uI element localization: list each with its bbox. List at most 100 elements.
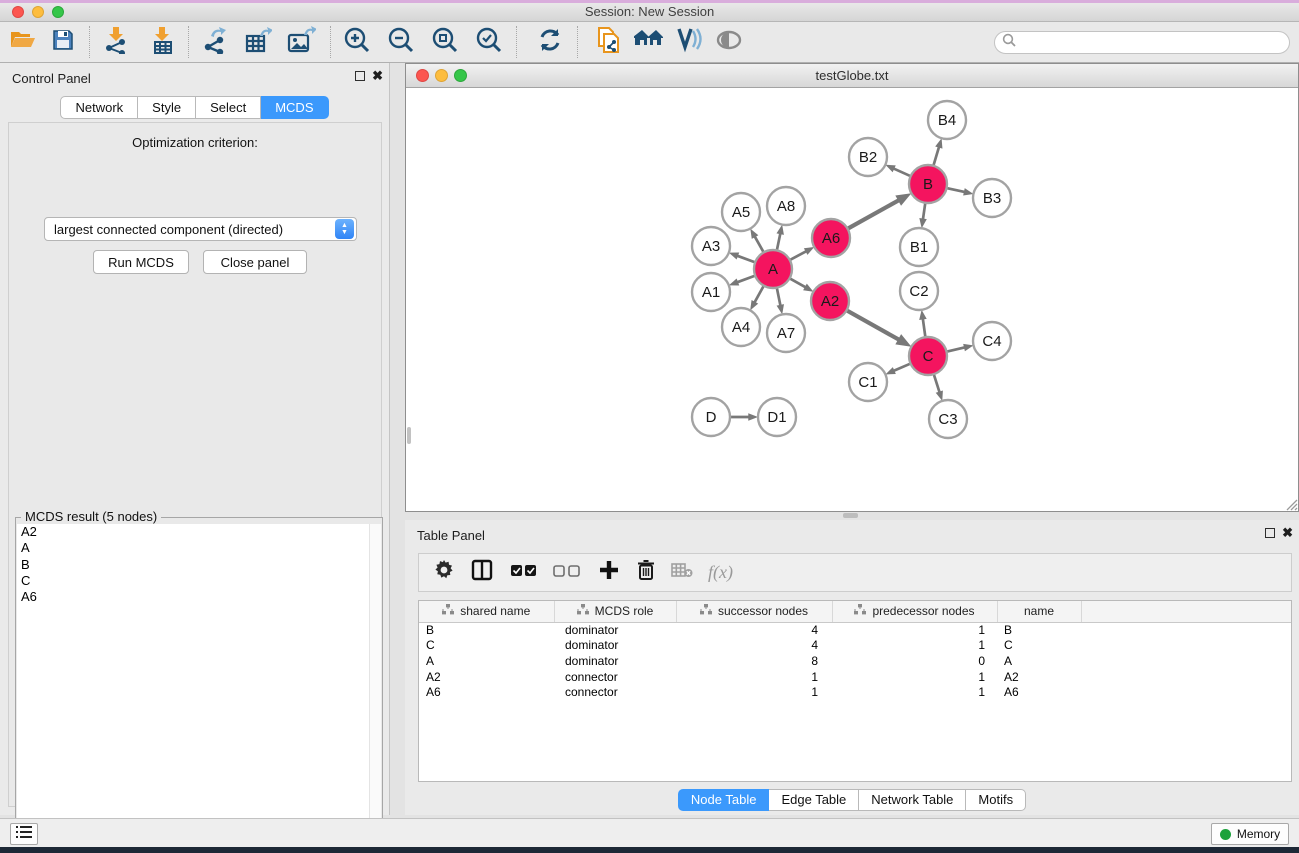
edge-B-B2[interactable] (894, 169, 911, 177)
tab-select[interactable]: Select (196, 96, 261, 119)
mcds-result-item[interactable]: A2 (17, 524, 381, 540)
search-input[interactable] (1020, 34, 1289, 52)
graph-node-D1[interactable]: D1 (758, 398, 796, 436)
float-panel-icon[interactable] (355, 71, 365, 81)
cell-predecessor-nodes[interactable]: 0 (832, 653, 997, 669)
zoom-out-button[interactable] (381, 23, 421, 61)
cell-MCDS-role[interactable]: dominator (554, 638, 676, 654)
edge-A-A7[interactable] (777, 288, 781, 306)
cell-MCDS-role[interactable]: connector (554, 684, 676, 700)
mcds-result-item[interactable]: B (17, 557, 381, 573)
cell-successor-nodes[interactable]: 1 (676, 669, 832, 685)
delete-columns-button[interactable] (637, 558, 655, 588)
graph-node-A3[interactable]: A3 (692, 227, 730, 265)
graph-node-B[interactable]: B (909, 165, 947, 203)
mcds-result-item[interactable]: A6 (17, 589, 381, 605)
cell-predecessor-nodes[interactable]: 1 (832, 622, 997, 638)
graph-node-C4[interactable]: C4 (973, 322, 1011, 360)
graph-node-A1[interactable]: A1 (692, 273, 730, 311)
edge-C-C3[interactable] (934, 374, 940, 392)
cell-successor-nodes[interactable]: 4 (676, 622, 832, 638)
edge-B-B1[interactable] (923, 203, 925, 219)
tab-mcds[interactable]: MCDS (261, 96, 328, 119)
cell-shared-name[interactable]: B (419, 622, 554, 638)
edge-A-A5[interactable] (755, 237, 764, 253)
graph-node-B1[interactable]: B1 (900, 228, 938, 266)
tab-network-table[interactable]: Network Table (859, 789, 966, 811)
network-canvas[interactable]: B4B2BB3A5A8A6B1A3AA1A2C2A4A7CC4C1C3DD1 (406, 88, 1298, 511)
edge-A6-B[interactable] (848, 200, 899, 229)
float-panel-icon[interactable] (1265, 528, 1275, 538)
cell-successor-nodes[interactable]: 4 (676, 638, 832, 654)
export-image-button[interactable] (281, 23, 321, 61)
table-options-button[interactable] (434, 558, 454, 588)
cell-shared-name[interactable]: A (419, 653, 554, 669)
graph-node-A2[interactable]: A2 (811, 282, 849, 320)
tab-network[interactable]: Network (60, 96, 138, 119)
cell-name[interactable]: A6 (997, 684, 1081, 700)
column-header-successor-nodes[interactable]: successor nodes (676, 601, 832, 622)
unselect-all-columns-button[interactable] (553, 558, 581, 588)
show-column-panel-button[interactable] (471, 558, 493, 588)
edge-A-A1[interactable] (737, 276, 755, 283)
edge-A2-C[interactable] (847, 310, 899, 339)
export-network-button[interactable] (195, 23, 235, 61)
table-row[interactable]: A2connector11A2 (419, 669, 1291, 685)
tab-motifs[interactable]: Motifs (966, 789, 1026, 811)
refresh-button[interactable] (530, 23, 570, 61)
graph-node-C2[interactable]: C2 (900, 272, 938, 310)
graph-node-A5[interactable]: A5 (722, 193, 760, 231)
graph-node-A7[interactable]: A7 (767, 314, 805, 352)
table-row[interactable]: Adominator80A (419, 653, 1291, 669)
graph-node-D[interactable]: D (692, 398, 730, 436)
edge-C-C2[interactable] (923, 319, 926, 337)
import-network-button[interactable] (96, 23, 136, 61)
cell-MCDS-role[interactable]: connector (554, 669, 676, 685)
tab-node-table[interactable]: Node Table (678, 789, 770, 811)
column-header-MCDS-role[interactable]: MCDS role (554, 601, 676, 622)
canvas-scroll-indicator[interactable] (407, 427, 411, 444)
memory-button[interactable]: Memory (1211, 823, 1289, 845)
create-column-button[interactable] (599, 558, 619, 588)
cell-shared-name[interactable]: C (419, 638, 554, 654)
zoom-fit-button[interactable] (425, 23, 465, 61)
cell-name[interactable]: B (997, 622, 1081, 638)
select-all-columns-button[interactable] (511, 558, 537, 588)
cell-name[interactable]: A (997, 653, 1081, 669)
graph-node-B4[interactable]: B4 (928, 101, 966, 139)
graph-node-A6[interactable]: A6 (812, 219, 850, 257)
mcds-result-item[interactable]: C (17, 573, 381, 589)
cell-successor-nodes[interactable]: 8 (676, 653, 832, 669)
edge-A-A4[interactable] (755, 286, 764, 303)
column-header-name[interactable]: name (997, 601, 1081, 622)
table-row[interactable]: Cdominator41C (419, 638, 1291, 654)
cell-name[interactable]: C (997, 638, 1081, 654)
column-header-shared-name[interactable]: shared name (419, 601, 554, 622)
close-panel-icon[interactable]: ✖ (372, 71, 383, 81)
tab-style[interactable]: Style (138, 96, 196, 119)
graph-node-A4[interactable]: A4 (722, 308, 760, 346)
cell-MCDS-role[interactable]: dominator (554, 653, 676, 669)
cell-MCDS-role[interactable]: dominator (554, 622, 676, 638)
cell-predecessor-nodes[interactable]: 1 (832, 638, 997, 654)
cell-predecessor-nodes[interactable]: 1 (832, 669, 997, 685)
new-network-from-selection-button[interactable] (589, 23, 629, 61)
mcds-result-item[interactable]: A (17, 540, 381, 556)
zoom-in-button[interactable] (337, 23, 377, 61)
graph-node-B2[interactable]: B2 (849, 138, 887, 176)
save-session-button[interactable] (43, 23, 83, 61)
show-hide-button[interactable] (709, 23, 749, 61)
graph-node-A[interactable]: A (754, 250, 792, 288)
panel-divider-handle[interactable] (843, 513, 858, 518)
table-row[interactable]: Bdominator41B (419, 622, 1291, 638)
graph-node-C1[interactable]: C1 (849, 363, 887, 401)
optimization-select[interactable]: largest connected component (directed) ▲… (44, 217, 357, 241)
cell-shared-name[interactable]: A2 (419, 669, 554, 685)
graph-node-A8[interactable]: A8 (767, 187, 805, 225)
tab-edge-table[interactable]: Edge Table (769, 789, 859, 811)
table-row[interactable]: A6connector11A6 (419, 684, 1291, 700)
edge-C-C4[interactable] (946, 347, 964, 351)
cell-shared-name[interactable]: A6 (419, 684, 554, 700)
list-scrollbar[interactable] (369, 524, 381, 853)
edge-B-B3[interactable] (947, 188, 965, 192)
